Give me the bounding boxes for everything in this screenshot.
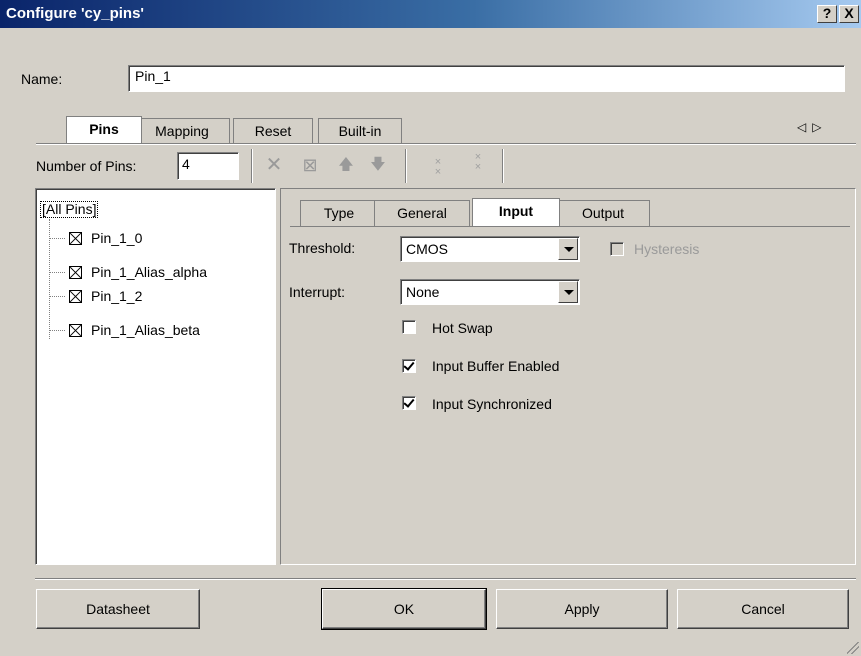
pin-unassigned-icon	[69, 265, 82, 279]
num-pins-input[interactable]: 4	[177, 152, 239, 180]
close-button[interactable]: X	[839, 5, 859, 23]
tab-general[interactable]: General	[374, 200, 470, 226]
inner-tab-divider	[290, 226, 850, 227]
threshold-value: CMOS	[406, 241, 448, 257]
delete-pin-icon[interactable]: ✕	[262, 152, 286, 178]
resize-grip-icon[interactable]	[847, 642, 859, 654]
window-title: Configure 'cy_pins'	[6, 5, 144, 22]
interrupt-label: Interrupt:	[289, 284, 346, 300]
configure-dialog: Configure 'cy_pins' ? X Name: Pin_1 Pins…	[0, 0, 861, 656]
tree-item-label: Pin_1_Alias_alpha	[91, 264, 207, 280]
tab-reset-label: Reset	[254, 123, 292, 139]
tree-branch	[49, 237, 65, 239]
tree-item-label: Pin_1_2	[91, 288, 143, 304]
toolbar-separator-2	[405, 149, 407, 183]
chevron-down-icon[interactable]	[558, 281, 578, 303]
pin-unassigned-icon	[69, 289, 82, 303]
hot-swap-label: Hot Swap	[432, 320, 493, 336]
tree-branch	[49, 295, 65, 297]
interrupt-select[interactable]: None	[400, 279, 580, 305]
tree-branch	[49, 329, 65, 331]
tab-general-label: General	[397, 205, 447, 221]
pin-unassigned-icon	[69, 231, 82, 245]
tab-type-label: Type	[323, 205, 355, 221]
datasheet-button[interactable]: Datasheet	[36, 589, 200, 629]
bottom-divider	[35, 578, 856, 580]
tab-output-label: Output	[581, 205, 625, 221]
toolbar-separator-3	[502, 149, 504, 183]
tab-mapping-label: Mapping	[155, 123, 209, 139]
tab-type[interactable]: Type	[300, 200, 378, 226]
hysteresis-checkbox[interactable]	[610, 242, 624, 256]
delete-all-icon[interactable]: × ×	[466, 152, 490, 178]
pin-tree[interactable]: [All Pins] Pin_1_0 Pin_1_Alias_alpha Pin…	[35, 188, 276, 565]
tab-pins-active-label: Pins	[89, 121, 119, 137]
delete-selected-icon[interactable]: × ×	[426, 157, 450, 183]
tree-item-label: Pin_1_Alias_beta	[91, 322, 200, 338]
chevron-down-icon[interactable]	[558, 238, 578, 260]
toolbar-separator	[251, 149, 253, 183]
tab-reset[interactable]: Reset	[233, 118, 313, 144]
tab-input-label: Input	[498, 203, 534, 219]
move-down-icon[interactable]: 🡇	[366, 152, 390, 178]
tree-item[interactable]: Pin_1_0	[49, 227, 142, 249]
cancel-button[interactable]: Cancel	[677, 589, 849, 629]
name-label: Name:	[21, 71, 63, 87]
threshold-select[interactable]: CMOS	[400, 236, 580, 262]
input-sync-checkbox[interactable]	[402, 396, 416, 410]
apply-button[interactable]: Apply	[496, 589, 668, 629]
tab-built-in-label: Built-in	[338, 123, 382, 139]
tab-input[interactable]: Input	[472, 198, 560, 226]
tree-root-all-pins[interactable]: [All Pins]	[40, 201, 99, 218]
tree-item[interactable]: Pin_1_Alias_alpha	[49, 261, 207, 283]
tab-output[interactable]: Output	[556, 200, 650, 226]
move-up-icon[interactable]: 🡅	[334, 152, 358, 178]
tab-strip-divider-highlight	[36, 144, 856, 145]
ok-button[interactable]: OK	[321, 588, 487, 630]
input-buffer-label: Input Buffer Enabled	[432, 358, 560, 374]
interrupt-value: None	[406, 284, 440, 300]
title-bar[interactable]: Configure 'cy_pins' ? X	[0, 0, 861, 28]
hot-swap-checkbox[interactable]	[402, 320, 416, 334]
help-button[interactable]: ?	[817, 5, 837, 23]
tab-built-in[interactable]: Built-in	[318, 118, 402, 144]
tree-item-label: Pin_1_0	[91, 230, 143, 246]
name-input[interactable]: Pin_1	[128, 65, 845, 92]
tree-item[interactable]: Pin_1_Alias_beta	[49, 319, 200, 341]
tab-mapping[interactable]: Mapping	[134, 118, 230, 144]
hysteresis-label: Hysteresis	[634, 241, 700, 257]
tab-pins-active[interactable]: Pins	[66, 116, 142, 144]
copy-pin-icon[interactable]: ⊠	[298, 152, 322, 178]
threshold-label: Threshold:	[289, 240, 356, 256]
tab-scroll-arrows-icon[interactable]: ◁▷	[797, 120, 827, 134]
tree-branch	[49, 271, 65, 273]
pin-unassigned-icon	[69, 323, 82, 337]
input-sync-label: Input Synchronized	[432, 396, 552, 412]
tree-item[interactable]: Pin_1_2	[49, 285, 142, 307]
input-buffer-checkbox[interactable]	[402, 359, 416, 373]
num-pins-label: Number of Pins:	[36, 158, 137, 174]
